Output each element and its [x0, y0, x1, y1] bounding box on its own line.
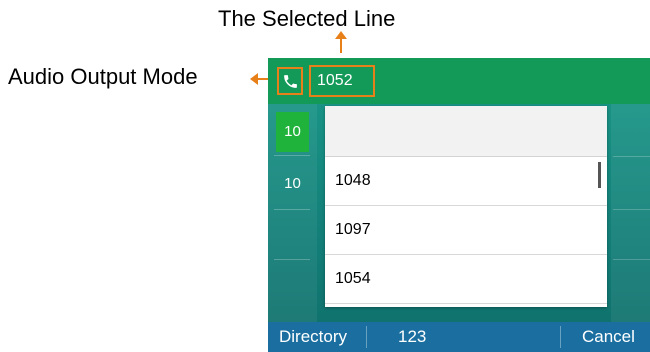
line-key-1[interactable]: 10: [276, 112, 309, 152]
list-scrollbar[interactable]: [598, 162, 601, 188]
softkey-divider: [366, 326, 367, 348]
list-item[interactable]: 1048: [325, 157, 607, 206]
directory-softkey[interactable]: Directory: [279, 322, 347, 352]
status-bar: 1052: [268, 58, 650, 104]
right-key-column: [611, 104, 650, 322]
numeric-input-softkey[interactable]: 123: [398, 322, 426, 352]
selected-line-label[interactable]: 1052: [309, 65, 375, 97]
cancel-softkey[interactable]: Cancel: [582, 322, 635, 352]
list-header: [325, 106, 607, 157]
right-key-divider: [613, 209, 650, 210]
phone-screen: 1052 10 10 1048 1097 1054 Directory 123 …: [268, 58, 650, 352]
softkey-divider: [560, 326, 561, 348]
right-key-divider: [613, 259, 650, 260]
line-key-divider: [274, 259, 310, 260]
line-selection-list: 1048 1097 1054: [325, 106, 607, 307]
selected-line-arrow: [335, 31, 347, 53]
selected-line-annotation: The Selected Line: [218, 6, 396, 31]
audio-output-mode-annotation: Audio Output Mode: [8, 64, 198, 89]
softkey-bar: Directory 123 Cancel: [268, 322, 650, 352]
list-item[interactable]: 1054: [325, 255, 607, 304]
line-key-2[interactable]: 10: [276, 164, 309, 204]
line-key-divider: [274, 209, 310, 210]
line-key-divider: [274, 155, 310, 156]
right-key-divider: [613, 156, 650, 157]
audio-output-mode-indicator: [277, 67, 303, 95]
list-item[interactable]: 1097: [325, 206, 607, 255]
